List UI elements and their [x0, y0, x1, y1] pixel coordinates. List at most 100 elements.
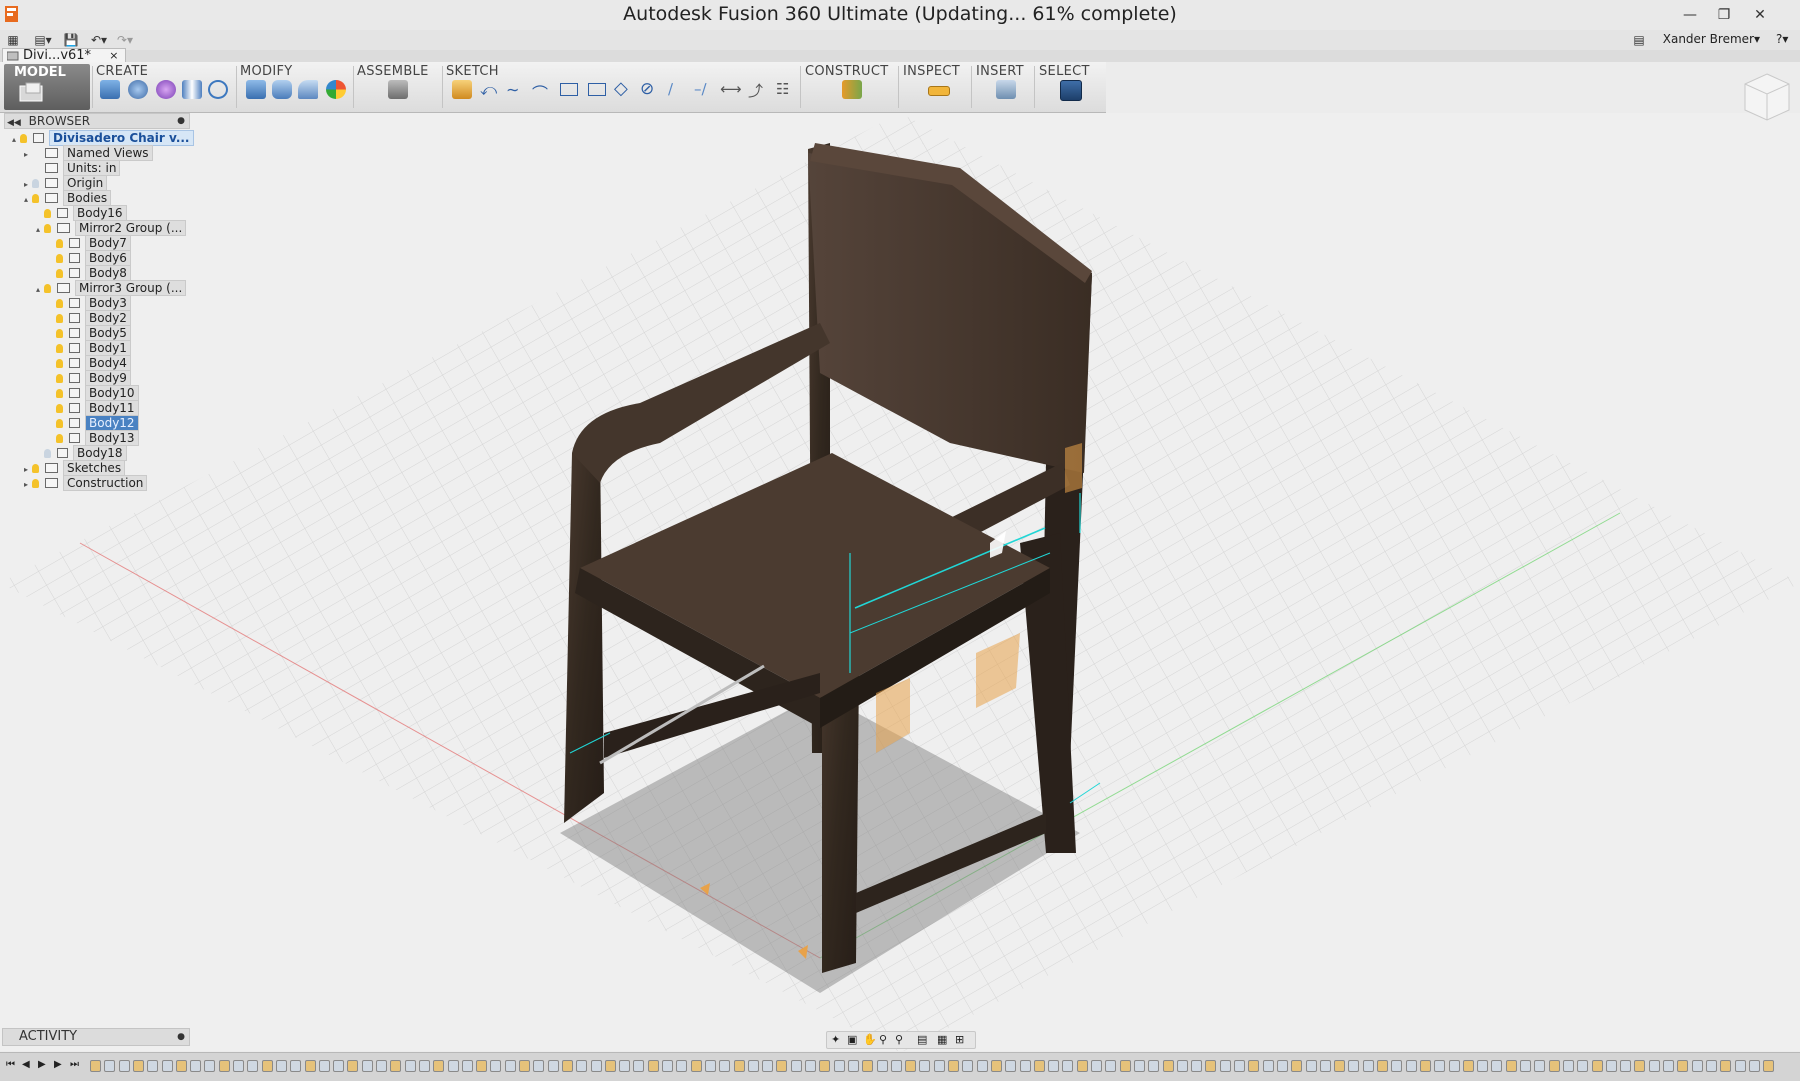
timeline-feature-icon[interactable] — [576, 1060, 588, 1072]
timeline-feature-icon[interactable] — [1148, 1060, 1160, 1072]
user-account-menu[interactable]: Xander Bremer▾ — [1663, 32, 1760, 46]
timeline-feature-icon[interactable] — [533, 1060, 545, 1072]
viewports-icon[interactable]: ⊞ — [955, 1033, 964, 1046]
timeline-feature-icon[interactable] — [1491, 1060, 1503, 1072]
timeline-feature-icon[interactable] — [1234, 1060, 1245, 1072]
timeline-feature-icon[interactable] — [1663, 1060, 1674, 1072]
insert-image-icon[interactable] — [996, 80, 1016, 99]
timeline-feature-icon[interactable] — [1648, 1060, 1660, 1072]
visibility-bulb-icon[interactable] — [56, 254, 63, 263]
select-menu[interactable]: SELECT — [1039, 64, 1090, 79]
fit-icon[interactable]: ⚲ — [895, 1033, 903, 1046]
timeline-feature-icon[interactable] — [1448, 1060, 1460, 1072]
create-menu[interactable]: CREATE — [96, 64, 148, 79]
timeline-feature-icon[interactable] — [447, 1060, 459, 1072]
timeline[interactable]: ⏮ ◀ ▶ ▶ ⏭ — [0, 1052, 1800, 1081]
expand-toggle-icon[interactable]: ▸ — [24, 178, 32, 191]
timeline-feature-icon[interactable] — [1434, 1060, 1446, 1072]
document-tab-close-icon[interactable]: × — [109, 49, 118, 62]
timeline-feature-icon[interactable] — [347, 1060, 359, 1072]
undo-icon[interactable]: ↶▾ — [90, 32, 108, 48]
browser-panel-header[interactable]: ◀◀ BROWSER ● — [4, 113, 190, 129]
timeline-feature-icon[interactable] — [204, 1060, 216, 1072]
rectangle-center-icon[interactable] — [588, 83, 606, 96]
go-to-start-icon[interactable]: ⏮ — [6, 1059, 15, 1070]
document-tab[interactable]: Divi...v61* × — [2, 48, 126, 63]
visibility-bulb-icon[interactable] — [44, 209, 51, 218]
circle-icon[interactable]: ⊘ — [640, 79, 654, 99]
timeline-feature-icon[interactable] — [790, 1060, 802, 1072]
timeline-feature-icon[interactable] — [762, 1060, 774, 1072]
timeline-feature-icon[interactable] — [590, 1060, 602, 1072]
timeline-feature-icon[interactable] — [490, 1060, 502, 1072]
line-icon[interactable]: ⤺ — [480, 80, 497, 100]
visibility-bulb-icon[interactable] — [20, 134, 27, 143]
pin-icon[interactable]: ● — [177, 114, 185, 128]
timeline-feature-icon[interactable] — [361, 1060, 373, 1072]
timeline-feature-icon[interactable] — [1720, 1060, 1732, 1072]
timeline-feature-icon[interactable] — [433, 1060, 445, 1072]
browser-tree-node[interactable]: Body5 — [12, 325, 192, 341]
visibility-bulb-icon[interactable] — [56, 239, 63, 248]
timeline-feature-icon[interactable] — [304, 1060, 316, 1072]
timeline-feature-icon[interactable] — [862, 1060, 874, 1072]
browser-tree-node[interactable]: Body9 — [12, 370, 192, 386]
timeline-feature-icon[interactable] — [633, 1060, 645, 1072]
viewport-canvas[interactable] — [0, 113, 1800, 1051]
step-forward-icon[interactable]: ▶ — [54, 1059, 62, 1070]
timeline-feature-icon[interactable] — [1419, 1060, 1431, 1072]
sketch-dimension-icon[interactable]: ⟷ — [720, 80, 742, 98]
timeline-feature-icon[interactable] — [1734, 1060, 1746, 1072]
timeline-feature-icon[interactable] — [1005, 1060, 1017, 1072]
timeline-feature-icon[interactable] — [1262, 1060, 1274, 1072]
zoom-icon[interactable]: ⚲ — [879, 1033, 887, 1046]
timeline-feature-icon[interactable] — [1334, 1060, 1346, 1072]
browser-tree-node[interactable]: ▴ Mirror2 Group (... — [12, 220, 192, 236]
timeline-feature-icon[interactable] — [404, 1060, 416, 1072]
timeline-feature-icon[interactable] — [247, 1060, 259, 1072]
timeline-feature-icon[interactable] — [1362, 1060, 1374, 1072]
visibility-bulb-icon[interactable] — [32, 479, 39, 488]
timeline-feature-icon[interactable] — [90, 1060, 101, 1072]
visibility-bulb-icon[interactable] — [56, 314, 63, 323]
browser-tree-node[interactable]: Body10 — [12, 385, 192, 401]
timeline-feature-icon[interactable] — [847, 1060, 859, 1072]
timeline-feature-icon[interactable] — [1276, 1060, 1288, 1072]
select-arrow-icon[interactable] — [1060, 80, 1082, 101]
assemble-menu[interactable]: ASSEMBLE — [357, 64, 429, 79]
rectangle-icon[interactable] — [560, 83, 578, 96]
timeline-feature-icon[interactable] — [733, 1060, 745, 1072]
polygon-icon[interactable]: ◇ — [614, 78, 628, 99]
collapse-panel-icon[interactable]: ◀◀ — [7, 118, 21, 128]
appearance-icon[interactable] — [326, 80, 346, 99]
browser-tree-node[interactable]: Body7 — [12, 235, 192, 251]
fillet-icon[interactable] — [272, 80, 292, 99]
mirror-icon[interactable] — [182, 80, 202, 99]
browser-tree-node[interactable]: ▴ Mirror3 Group (... — [12, 280, 192, 296]
step-back-icon[interactable]: ◀ — [22, 1059, 30, 1070]
insert-menu[interactable]: INSERT — [976, 64, 1024, 79]
browser-tree-node[interactable]: ▴ Bodies — [12, 190, 192, 206]
timeline-feature-icon[interactable] — [833, 1060, 845, 1072]
visibility-bulb-icon[interactable] — [56, 329, 63, 338]
timeline-feature-icon[interactable] — [1548, 1060, 1560, 1072]
timeline-feature-icon[interactable] — [290, 1060, 302, 1072]
spline-icon[interactable]: ∼ — [506, 80, 519, 99]
timeline-feature-icon[interactable] — [704, 1060, 716, 1072]
timeline-feature-icon[interactable] — [1462, 1060, 1474, 1072]
timeline-feature-icon[interactable] — [1062, 1060, 1074, 1072]
sculpt-icon[interactable] — [156, 80, 176, 99]
timeline-feature-icon[interactable] — [719, 1060, 731, 1072]
timeline-feature-icon[interactable] — [805, 1060, 816, 1072]
timeline-feature-icon[interactable] — [1119, 1060, 1131, 1072]
timeline-feature-icon[interactable] — [1305, 1060, 1317, 1072]
browser-tree-node[interactable]: Body8 — [12, 265, 192, 281]
expand-toggle-icon[interactable]: ▴ — [36, 223, 44, 236]
orbit-icon[interactable]: ✦ — [831, 1033, 840, 1046]
browser-tree-node[interactable]: Body4 — [12, 355, 192, 371]
timeline-feature-icon[interactable] — [1076, 1060, 1088, 1072]
timeline-feature-icon[interactable] — [1348, 1060, 1360, 1072]
browser-tree-node[interactable]: Body16 — [12, 205, 192, 221]
timeline-feature-icon[interactable] — [1091, 1060, 1102, 1072]
expand-toggle-icon[interactable]: ▸ — [24, 148, 32, 161]
